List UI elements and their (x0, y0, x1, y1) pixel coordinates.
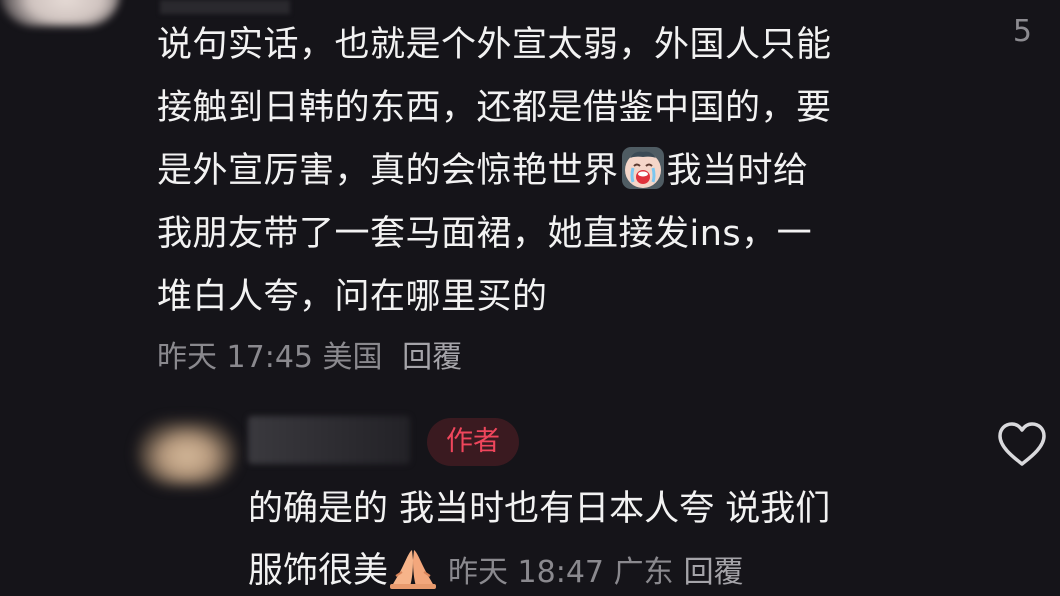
heart-icon[interactable] (996, 420, 1048, 468)
comment-line: 说句实话，也就是个外宣太弱，外国人只能 (157, 25, 832, 65)
reply-line: 服饰很美 昨天 18:47 广东 回覆 (248, 540, 948, 596)
reply-text: 的确是的 我当时也有日本人夸 说我们 服饰很美 昨天 18:47 广东 回覆 (248, 478, 948, 596)
comment-line: 是外宣厉害，真的会惊艳世界 我当时给 (157, 140, 957, 203)
comment-line: 堆白人夸，问在哪里买的 (157, 277, 548, 317)
comment-line-part: 是外宣厉害，真的会惊艳世界 (157, 151, 619, 191)
reply-location: 广东 (613, 555, 674, 590)
reply-meta: 昨天 18:47 广东 回覆 (448, 555, 744, 590)
comment-meta: 昨天 17:45 美国 回覆 (157, 332, 462, 376)
reply-button[interactable]: 回覆 (402, 340, 462, 375)
comment-text: 说句实话，也就是个外宣太弱，外国人只能 接触到日韩的东西，还都是借鉴中国的，要 … (157, 14, 957, 329)
reply-time: 昨天 18:47 (448, 555, 605, 590)
folded-hands-emoji-icon (390, 550, 437, 589)
reply-avatar[interactable] (137, 420, 237, 486)
comment-location: 美国 (322, 340, 383, 375)
comment-line: 我朋友带了一套马面裙，她直接发ins，一 (157, 214, 813, 254)
comment-line: 接触到日韩的东西，还都是借鉴中国的，要 (157, 88, 832, 128)
comment-time: 昨天 17:45 (157, 340, 313, 375)
reply-line-part: 服饰很美 (248, 551, 389, 591)
username-redacted (160, 0, 290, 14)
comment-line-part: 我当时给 (666, 151, 809, 191)
author-badge: 作者 (427, 418, 519, 466)
reply-line: 的确是的 我当时也有日本人夸 说我们 (248, 489, 831, 529)
avatar[interactable] (0, 0, 120, 26)
reply-username-redacted (248, 416, 410, 464)
crying-face-emoji-icon (621, 147, 664, 189)
like-count[interactable]: 5 (1013, 14, 1032, 49)
comment-thread: 说句实话，也就是个外宣太弱，外国人只能 接触到日韩的东西，还都是借鉴中国的，要 … (0, 0, 1060, 596)
reply-button[interactable]: 回覆 (684, 555, 744, 590)
